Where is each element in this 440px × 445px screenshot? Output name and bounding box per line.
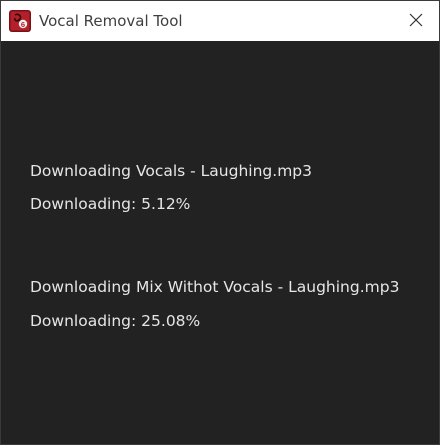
close-icon bbox=[409, 12, 423, 31]
title-bar[interactable]: 6 Vocal Removal Tool bbox=[1, 1, 439, 41]
vocals-download-heading: Downloading Vocals - Laughing.mp3 bbox=[30, 162, 312, 180]
vocals-download-progress: Downloading: 5.12% bbox=[30, 195, 191, 213]
close-button[interactable] bbox=[393, 1, 439, 41]
svg-text:6: 6 bbox=[21, 20, 25, 29]
mix-download-progress: Downloading: 25.08% bbox=[30, 312, 201, 330]
vocal-removal-window: 6 Vocal Removal Tool Downloading Vocals … bbox=[0, 0, 440, 445]
window-title: Vocal Removal Tool bbox=[39, 12, 183, 30]
app-logo-icon: 6 bbox=[9, 10, 31, 32]
mix-download-heading: Downloading Mix Withot Vocals - Laughing… bbox=[30, 278, 400, 296]
download-status-panel: Downloading Vocals - Laughing.mp3 Downlo… bbox=[1, 41, 439, 444]
